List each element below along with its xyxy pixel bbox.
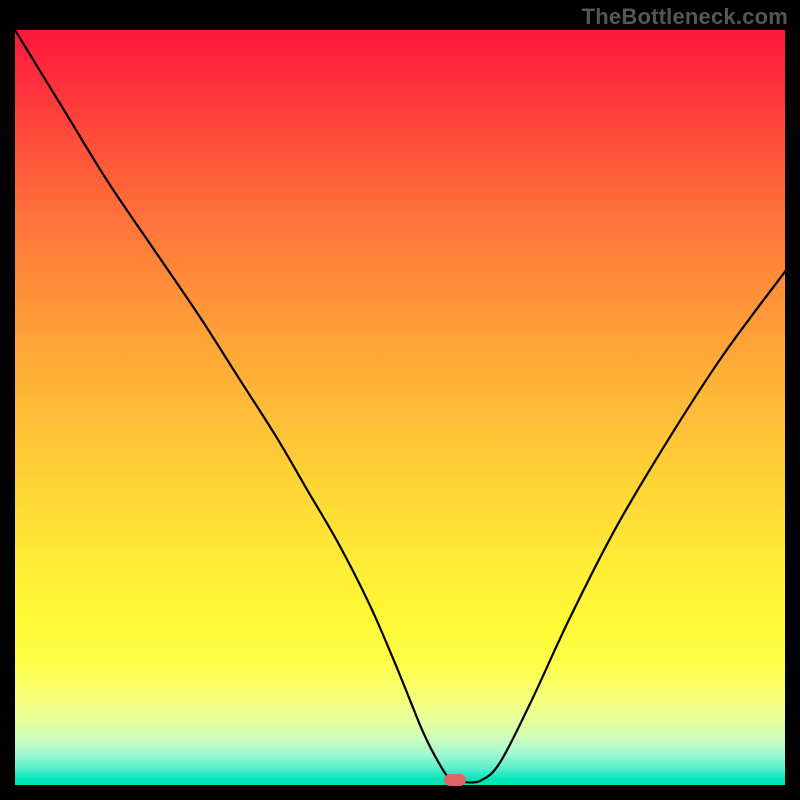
- bottleneck-curve: [15, 30, 785, 785]
- watermark-text: TheBottleneck.com: [582, 4, 788, 30]
- chart-frame: TheBottleneck.com: [0, 0, 800, 800]
- plot-area: [15, 30, 785, 785]
- optimum-marker: [444, 774, 466, 786]
